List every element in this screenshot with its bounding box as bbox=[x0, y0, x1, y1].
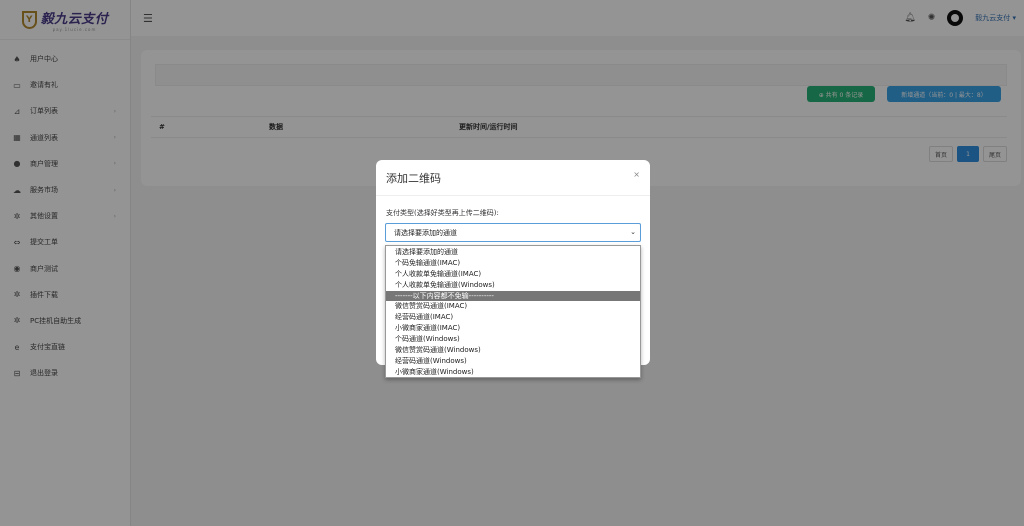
payment-type-label: 支付类型(选择好类型再上传二维码): bbox=[386, 209, 499, 217]
select-value: 请选择要添加的通道 bbox=[394, 228, 457, 237]
select-option[interactable]: 小微商家通道(Windows) bbox=[386, 367, 640, 378]
select-option[interactable]: 请选择要添加的通道 bbox=[386, 247, 640, 258]
modal-header: 添加二维码 bbox=[376, 160, 650, 196]
select-option[interactable]: 个人收款单免输通道(Windows) bbox=[386, 280, 640, 291]
select-option[interactable]: 经营码通道(IMAC) bbox=[386, 312, 640, 323]
select-option[interactable]: 微信赞赏码通道(IMAC) bbox=[386, 301, 640, 312]
close-icon[interactable]: × bbox=[633, 170, 640, 179]
modal-title: 添加二维码 bbox=[386, 171, 441, 185]
select-option[interactable]: 微信赞赏码通道(Windows) bbox=[386, 345, 640, 356]
select-option[interactable]: 个码免输通道(IMAC) bbox=[386, 258, 640, 269]
select-option[interactable]: 个人收款单免输通道(IMAC) bbox=[386, 269, 640, 280]
payment-type-options: 请选择要添加的通道 个码免输通道(IMAC) 个人收款单免输通道(IMAC) 个人收款… bbox=[385, 245, 641, 378]
select-option[interactable]: 个码通道(Windows) bbox=[386, 334, 640, 345]
select-option[interactable]: -------以下内容都不免输---------- bbox=[386, 290, 640, 302]
select-option[interactable]: 小微商家通道(IMAC) bbox=[386, 323, 640, 334]
chevron-down-icon: ⌄ bbox=[630, 228, 636, 236]
payment-type-select[interactable]: 请选择要添加的通道 ⌄ bbox=[385, 223, 641, 242]
select-option[interactable]: 经营码通道(Windows) bbox=[386, 356, 640, 367]
